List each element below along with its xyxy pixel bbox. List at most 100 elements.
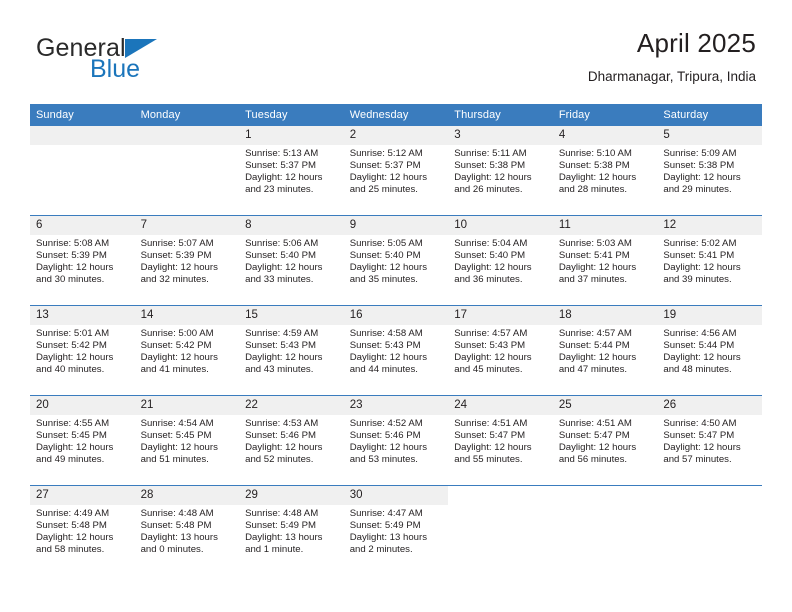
daylight-duration-line2: and 33 minutes.	[245, 274, 314, 286]
day-number: 13	[30, 306, 135, 325]
calendar-day-cell-empty	[448, 485, 553, 575]
day-number: 24	[448, 396, 553, 415]
sunrise-time: Sunrise: 5:09 AM	[663, 148, 737, 159]
day-number: 8	[239, 216, 344, 235]
calendar-day-cell[interactable]: 30 Sunrise: 4:47 AM Sunset: 5:49 PM Dayligh…	[343, 485, 449, 575]
calendar-day-cell[interactable]: 1 Sunrise: 5:13 AM Sunset: 5:37 PM Daylight…	[239, 126, 344, 216]
daylight-duration-line1: Daylight: 12 hours	[245, 442, 323, 454]
calendar-day-cell[interactable]: 5 Sunrise: 5:09 AM Sunset: 5:38 PM Daylight…	[657, 126, 762, 216]
day-cell-inner	[30, 126, 135, 215]
calendar-day-cell[interactable]: 6 Sunrise: 5:08 AM Sunset: 5:39 PM Daylight…	[30, 215, 135, 306]
sunrise-time: Sunrise: 4:52 AM	[349, 418, 423, 429]
calendar-day-cell[interactable]: 16 Sunrise: 4:58 AM Sunset: 5:43 PM Dayligh…	[343, 305, 449, 396]
day-cell-inner: 13 Sunrise: 5:01 AM Sunset: 5:42 PM Dayligh…	[30, 306, 135, 395]
daylight-duration-line2: and 48 minutes.	[663, 364, 732, 376]
sunset-time: Sunset: 5:43 PM	[245, 340, 317, 352]
day-cell-inner: 28 Sunrise: 4:48 AM Sunset: 5:48 PM Dayligh…	[134, 486, 240, 575]
day-details: Sunrise: 4:50 AM Sunset: 5:47 PM Daylight:…	[657, 415, 762, 466]
day-details: Sunrise: 4:49 AM Sunset: 5:48 PM Daylight:…	[30, 505, 135, 556]
day-number	[134, 126, 240, 145]
sunrise-time: Sunrise: 5:03 AM	[558, 238, 632, 249]
calendar-day-cell[interactable]: 18 Sunrise: 4:57 AM Sunset: 5:44 PM Dayligh…	[552, 305, 658, 396]
calendar-day-cell[interactable]: 20 Sunrise: 4:55 AM Sunset: 5:45 PM Dayligh…	[30, 395, 135, 486]
calendar-day-cell[interactable]: 22 Sunrise: 4:53 AM Sunset: 5:46 PM Dayligh…	[239, 395, 344, 486]
daylight-duration-line2: and 36 minutes.	[454, 274, 523, 286]
calendar-header-row: Sunday Monday Tuesday Wednesday Thursday…	[30, 104, 762, 126]
daylight-duration-line1: Daylight: 12 hours	[36, 442, 114, 454]
daylight-duration-line1: Daylight: 12 hours	[663, 442, 741, 454]
calendar-day-cell[interactable]: 14 Sunrise: 5:00 AM Sunset: 5:42 PM Dayligh…	[134, 305, 240, 396]
calendar-day-cell[interactable]: 9 Sunrise: 5:05 AM Sunset: 5:40 PM Daylight…	[343, 215, 449, 306]
day-cell-inner: 30 Sunrise: 4:47 AM Sunset: 5:49 PM Dayligh…	[343, 486, 449, 575]
day-cell-inner: 26 Sunrise: 4:50 AM Sunset: 5:47 PM Dayligh…	[657, 396, 762, 485]
calendar-day-cell[interactable]: 15 Sunrise: 4:59 AM Sunset: 5:43 PM Dayligh…	[239, 305, 344, 396]
calendar-day-cell[interactable]: 7 Sunrise: 5:07 AM Sunset: 5:39 PM Daylight…	[134, 215, 240, 306]
calendar-day-cell[interactable]: 23 Sunrise: 4:52 AM Sunset: 5:46 PM Dayligh…	[343, 395, 449, 486]
calendar-day-cell[interactable]: 19 Sunrise: 4:56 AM Sunset: 5:44 PM Dayligh…	[657, 305, 762, 396]
day-details: Sunrise: 4:48 AM Sunset: 5:49 PM Daylight:…	[239, 505, 344, 556]
day-cell-inner: 14 Sunrise: 5:00 AM Sunset: 5:42 PM Dayligh…	[134, 306, 240, 395]
day-cell-inner: 8 Sunrise: 5:06 AM Sunset: 5:40 PM Daylight…	[239, 216, 344, 305]
daylight-duration-line1: Daylight: 12 hours	[245, 352, 323, 364]
day-cell-inner	[657, 486, 762, 575]
calendar-day-cell[interactable]: 29 Sunrise: 4:48 AM Sunset: 5:49 PM Dayligh…	[239, 485, 344, 575]
daylight-duration-line1: Daylight: 12 hours	[140, 262, 218, 274]
general-blue-logo[interactable]: General Blue	[36, 34, 276, 90]
day-details: Sunrise: 5:02 AM Sunset: 5:41 PM Daylight:…	[657, 235, 762, 286]
daylight-duration-line1: Daylight: 12 hours	[245, 262, 323, 274]
calendar-day-cell[interactable]: 8 Sunrise: 5:06 AM Sunset: 5:40 PM Daylight…	[239, 215, 344, 306]
day-cell-inner: 1 Sunrise: 5:13 AM Sunset: 5:37 PM Daylight…	[239, 126, 344, 215]
calendar-day-cell[interactable]: 11 Sunrise: 5:03 AM Sunset: 5:41 PM Dayligh…	[552, 215, 658, 306]
weekday-header-wednesday: Wednesday	[343, 104, 449, 126]
day-number: 4	[552, 126, 658, 145]
page-header: General Blue April 2025 Dharmanagar, Tri…	[0, 0, 792, 100]
day-details: Sunrise: 5:01 AM Sunset: 5:42 PM Daylight:…	[30, 325, 135, 376]
daylight-duration-line2: and 43 minutes.	[245, 364, 314, 376]
calendar-day-cell-empty	[552, 485, 658, 575]
calendar-day-cell[interactable]: 2 Sunrise: 5:12 AM Sunset: 5:37 PM Daylight…	[343, 126, 449, 216]
sunrise-time: Sunrise: 4:51 AM	[454, 418, 528, 429]
sunset-time: Sunset: 5:46 PM	[349, 430, 421, 442]
day-cell-inner	[553, 486, 658, 575]
sunset-time: Sunset: 5:45 PM	[140, 430, 212, 442]
sunrise-time: Sunrise: 4:48 AM	[245, 508, 319, 519]
day-cell-inner: 11 Sunrise: 5:03 AM Sunset: 5:41 PM Dayligh…	[552, 216, 658, 305]
sunset-time: Sunset: 5:37 PM	[349, 160, 421, 172]
daylight-duration-line1: Daylight: 12 hours	[349, 262, 428, 274]
daylight-duration-line1: Daylight: 12 hours	[558, 442, 637, 454]
daylight-duration-line1: Daylight: 12 hours	[454, 262, 532, 274]
day-cell-inner: 18 Sunrise: 4:57 AM Sunset: 5:44 PM Dayligh…	[552, 306, 658, 395]
day-details: Sunrise: 5:09 AM Sunset: 5:38 PM Daylight:…	[657, 145, 762, 196]
daylight-duration-line1: Daylight: 12 hours	[36, 532, 114, 544]
calendar-day-cell[interactable]: 3 Sunrise: 5:11 AM Sunset: 5:38 PM Daylight…	[448, 126, 553, 216]
day-details: Sunrise: 5:13 AM Sunset: 5:37 PM Daylight:…	[239, 145, 344, 196]
sunrise-time: Sunrise: 5:06 AM	[245, 238, 319, 249]
calendar-day-cell[interactable]: 25 Sunrise: 4:51 AM Sunset: 5:47 PM Dayligh…	[552, 395, 658, 486]
calendar-week-row: 20 Sunrise: 4:55 AM Sunset: 5:45 PM Dayligh…	[30, 395, 762, 486]
daylight-duration-line2: and 37 minutes.	[558, 274, 628, 286]
daylight-duration-line2: and 30 minutes.	[36, 274, 105, 286]
calendar-day-cell[interactable]: 13 Sunrise: 5:01 AM Sunset: 5:42 PM Dayligh…	[30, 305, 135, 396]
calendar-day-cell[interactable]: 24 Sunrise: 4:51 AM Sunset: 5:47 PM Dayligh…	[448, 395, 553, 486]
calendar-day-cell[interactable]: 10 Sunrise: 5:04 AM Sunset: 5:40 PM Dayligh…	[448, 215, 553, 306]
sunset-time: Sunset: 5:42 PM	[36, 340, 107, 352]
day-details: Sunrise: 5:10 AM Sunset: 5:38 PM Daylight:…	[553, 145, 658, 196]
calendar-day-cell[interactable]: 28 Sunrise: 4:48 AM Sunset: 5:48 PM Dayligh…	[134, 485, 240, 575]
sunrise-time: Sunrise: 5:12 AM	[349, 148, 423, 159]
daylight-duration-line2: and 57 minutes.	[663, 454, 732, 466]
calendar-day-cell[interactable]: 4 Sunrise: 5:10 AM Sunset: 5:38 PM Daylight…	[552, 126, 658, 216]
calendar-day-cell[interactable]: 26 Sunrise: 4:50 AM Sunset: 5:47 PM Dayligh…	[657, 395, 762, 486]
daylight-duration-line1: Daylight: 12 hours	[36, 262, 114, 274]
daylight-duration-line1: Daylight: 12 hours	[36, 352, 114, 364]
calendar-day-cell[interactable]: 21 Sunrise: 4:54 AM Sunset: 5:45 PM Dayligh…	[134, 395, 240, 486]
day-cell-inner: 17 Sunrise: 4:57 AM Sunset: 5:43 PM Dayligh…	[448, 306, 553, 395]
day-cell-inner: 21 Sunrise: 4:54 AM Sunset: 5:45 PM Dayligh…	[134, 396, 240, 485]
calendar-day-cell[interactable]: 12 Sunrise: 5:02 AM Sunset: 5:41 PM Dayligh…	[657, 215, 762, 306]
sunrise-time: Sunrise: 5:08 AM	[36, 238, 110, 249]
weekday-header-tuesday: Tuesday	[239, 104, 344, 126]
day-number: 9	[343, 216, 449, 235]
calendar-day-cell[interactable]: 27 Sunrise: 4:49 AM Sunset: 5:48 PM Dayligh…	[30, 485, 135, 575]
day-number: 22	[239, 396, 344, 415]
day-number: 3	[448, 126, 553, 145]
calendar-day-cell[interactable]: 17 Sunrise: 4:57 AM Sunset: 5:43 PM Dayligh…	[448, 305, 553, 396]
